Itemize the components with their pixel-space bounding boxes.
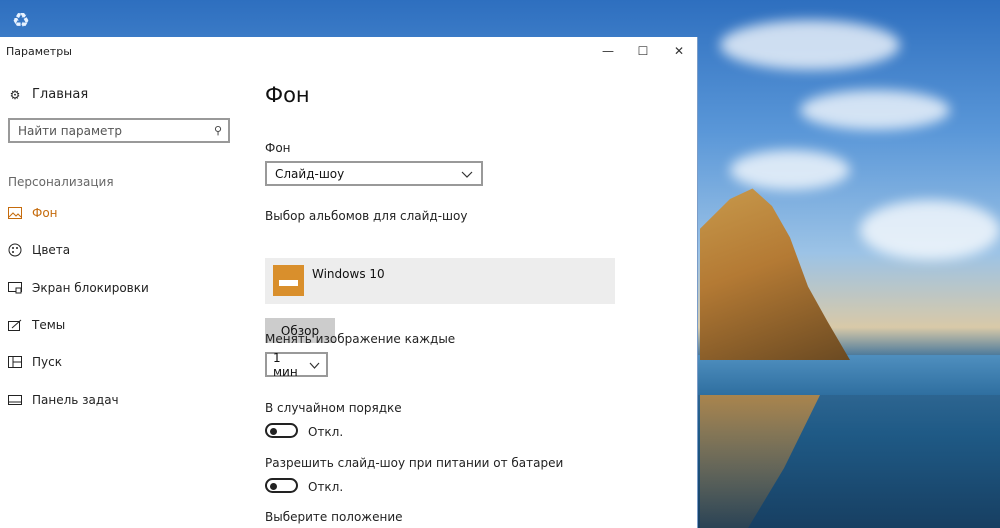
sea-rock xyxy=(700,188,850,360)
sea xyxy=(697,355,1000,395)
start-icon xyxy=(8,355,22,369)
search-input[interactable]: Найти параметр ⚲ xyxy=(8,118,230,143)
album-name: Windows 10 xyxy=(312,267,385,281)
settings-window: Параметры — ☐ ✕ ⚙ Главная Найти параметр… xyxy=(0,37,698,528)
shuffle-toggle[interactable] xyxy=(265,423,298,438)
title-bar[interactable]: Параметры — ☐ ✕ xyxy=(0,37,697,65)
gear-icon: ⚙ xyxy=(9,87,21,102)
search-placeholder: Найти параметр xyxy=(18,123,122,138)
sidebar-item-label: Пуск xyxy=(32,355,62,369)
sidebar-item-label: Цвета xyxy=(32,243,71,257)
shuffle-label: В случайном порядке xyxy=(265,401,402,415)
sidebar-item-themes[interactable]: Темы xyxy=(8,318,65,332)
sidebar-item-taskbar[interactable]: Панель задач xyxy=(8,393,119,407)
minimize-icon[interactable]: — xyxy=(590,37,626,65)
album-item[interactable]: Windows 10 xyxy=(265,258,615,304)
sidebar-item-label: Темы xyxy=(32,318,66,332)
chevron-down-icon xyxy=(309,358,320,372)
position-label: Выберите положение xyxy=(265,510,403,524)
battery-label: Разрешить слайд-шоу при питании от батар… xyxy=(265,456,564,470)
close-icon[interactable]: ✕ xyxy=(661,37,697,65)
background-dropdown-value: Слайд-шоу xyxy=(275,166,345,181)
sidebar-item-label: Экран блокировки xyxy=(32,281,149,295)
sidebar-item-label: Панель задач xyxy=(32,393,119,407)
background-dropdown[interactable]: Слайд-шоу xyxy=(265,161,483,186)
interval-dropdown[interactable]: 1 мин xyxy=(265,350,328,379)
themes-icon xyxy=(8,318,22,332)
page-title: Фон xyxy=(265,83,310,107)
lockscreen-icon xyxy=(8,281,22,295)
picture-icon xyxy=(8,206,22,220)
sidebar-item-colors[interactable]: Цвета xyxy=(8,243,70,257)
interval-label: Менять изображение каждые xyxy=(265,332,456,346)
recycle-bin-icon[interactable]: ♻ xyxy=(6,4,36,36)
section-label: Персонализация xyxy=(8,175,114,189)
sidebar-item-background[interactable]: Фон xyxy=(8,206,58,220)
sidebar-item-label: Главная xyxy=(32,87,89,102)
albums-label: Выбор альбомов для слайд-шоу xyxy=(265,209,468,223)
interval-dropdown-value: 1 мин xyxy=(273,350,298,379)
taskbar-icon xyxy=(8,393,22,407)
maximize-icon[interactable]: ☐ xyxy=(625,37,661,65)
battery-state: Откл. xyxy=(308,480,344,494)
rock-reflection xyxy=(700,395,820,528)
sidebar-item-home[interactable]: ⚙ Главная xyxy=(8,87,89,102)
palette-icon xyxy=(8,243,22,257)
search-icon: ⚲ xyxy=(213,124,222,137)
sidebar-item-start[interactable]: Пуск xyxy=(8,355,62,369)
background-label: Фон xyxy=(265,141,291,155)
folder-icon xyxy=(273,265,304,296)
shuffle-state: Откл. xyxy=(308,425,344,439)
sidebar-item-lockscreen[interactable]: Экран блокировки xyxy=(8,281,149,295)
window-title: Параметры xyxy=(6,45,72,58)
sidebar-item-label: Фон xyxy=(32,206,58,220)
battery-toggle[interactable] xyxy=(265,478,298,493)
chevron-down-icon xyxy=(461,167,473,181)
